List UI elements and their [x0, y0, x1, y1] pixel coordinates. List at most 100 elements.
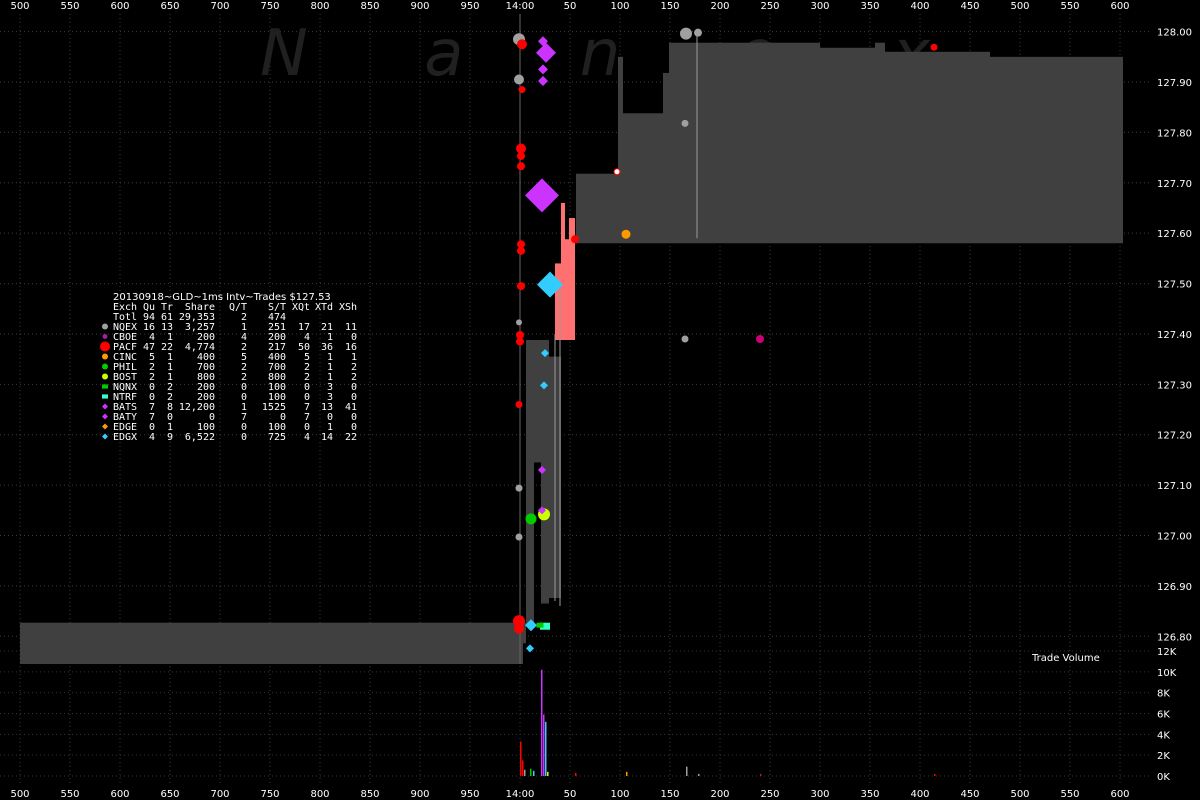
- trade-point: [514, 623, 524, 634]
- trade-point: [571, 235, 579, 244]
- table-header-cell: XSh: [339, 302, 357, 313]
- x-tick-label-top: 300: [810, 1, 829, 12]
- trade-point: [517, 246, 525, 255]
- x-tick-label-top: 850: [360, 1, 379, 12]
- volume-bar: [626, 771, 628, 776]
- table-cell: 0: [241, 432, 247, 443]
- volume-bar: [524, 769, 526, 776]
- trade-point: [681, 119, 689, 127]
- x-tick-label-bottom: 800: [310, 789, 329, 800]
- x-tick-label-bottom: 550: [60, 789, 79, 800]
- table-cell: 9: [167, 432, 173, 443]
- y-tick-label: 127.70: [1157, 179, 1192, 190]
- volume-bar: [934, 773, 936, 776]
- nbbo-band-segment: [20, 622, 523, 664]
- x-tick-label-top: 700: [210, 1, 229, 12]
- y-tick-label: 127.80: [1157, 128, 1192, 139]
- crossed-band-segment: [561, 202, 565, 341]
- x-tick-label-bottom: 450: [960, 789, 979, 800]
- nbbo-band-segment: [576, 173, 618, 244]
- x-tick-label-bottom: 650: [160, 789, 179, 800]
- x-tick-label-top: 14:00: [506, 1, 535, 12]
- nbbo-band-segment: [523, 622, 526, 644]
- volume-tick-label: 8K: [1157, 689, 1170, 700]
- trade-point: [514, 74, 524, 85]
- legend-marker: [102, 323, 108, 330]
- trade-point: [613, 168, 621, 176]
- table-cell: EDGX: [113, 432, 137, 443]
- x-tick-label-top: 600: [110, 1, 129, 12]
- y-tick-label: 127.00: [1157, 532, 1192, 543]
- trade-point: [517, 152, 525, 161]
- legend-marker: [102, 394, 108, 399]
- y-tick-label: 128.00: [1157, 28, 1192, 39]
- x-tick-label-bottom: 300: [810, 789, 829, 800]
- table-cell: 14: [321, 432, 333, 443]
- legend-marker: [100, 341, 110, 352]
- nbbo-band-segment: [526, 340, 534, 624]
- trade-point: [515, 533, 523, 541]
- volume-bar: [543, 714, 545, 776]
- x-tick-label-top: 900: [410, 1, 429, 12]
- volume-bar: [530, 768, 532, 776]
- table-cell: 6,522: [185, 432, 215, 443]
- x-tick-label-top: 100: [610, 1, 629, 12]
- volume-bar: [698, 773, 700, 776]
- y-tick-label: 127.40: [1157, 330, 1192, 341]
- trade-point: [681, 335, 689, 343]
- trade-point: [756, 335, 764, 343]
- y-tick-label: 127.90: [1157, 78, 1192, 89]
- trade-point: [694, 28, 702, 37]
- x-tick-label-bottom: 750: [260, 789, 279, 800]
- trade-point: [515, 484, 523, 492]
- nbbo-band-segment: [990, 56, 1123, 244]
- x-tick-label-bottom: 950: [460, 789, 479, 800]
- x-tick-label-top: 600: [1110, 1, 1129, 12]
- nbbo-band-segment: [534, 340, 541, 463]
- x-tick-label-bottom: 500: [10, 789, 29, 800]
- x-tick-label-top: 200: [710, 1, 729, 12]
- volume-bar: [545, 721, 547, 776]
- y-tick-label: 127.50: [1157, 280, 1192, 291]
- x-tick-label-bottom: 100: [610, 789, 629, 800]
- trade-point: [536, 622, 544, 628]
- x-tick-label-bottom: 500: [1010, 789, 1029, 800]
- x-tick-label-bottom: 150: [660, 789, 679, 800]
- x-tick-label-bottom: 900: [410, 789, 429, 800]
- y-tick-label: 127.20: [1157, 431, 1192, 442]
- volume-bar: [522, 760, 524, 776]
- x-tick-label-top: 650: [160, 1, 179, 12]
- volume-tick-label: 4K: [1157, 730, 1170, 741]
- table-cell: 22: [345, 432, 357, 443]
- nbbo-band-segment: [820, 47, 875, 244]
- table-cell: 4: [149, 432, 155, 443]
- volume-tick-label: 10K: [1157, 668, 1177, 679]
- x-tick-label-bottom: 200: [710, 789, 729, 800]
- crossed-band-segment: [565, 239, 569, 341]
- volume-tick-label: 0K: [1157, 772, 1170, 783]
- nbbo-band-segment: [618, 56, 623, 244]
- x-tick-label-top: 950: [460, 1, 479, 12]
- trade-point: [680, 27, 692, 40]
- y-tick-label: 126.90: [1157, 582, 1192, 593]
- y-tick-label: 127.30: [1157, 380, 1192, 391]
- x-tick-label-top: 500: [10, 1, 29, 12]
- legend-marker: [102, 353, 108, 360]
- trade-point: [516, 319, 522, 326]
- trade-point: [517, 39, 527, 50]
- x-tick-label-bottom: 700: [210, 789, 229, 800]
- x-ticks-bottom: 500 550 600 650 700 750 800 850 900 950 14:00 50 100…: [10, 789, 1129, 800]
- table-cell: 4: [304, 432, 310, 443]
- volume-bar: [533, 770, 535, 776]
- y-tick-label: 126.80: [1157, 632, 1192, 643]
- trade-point: [515, 401, 523, 409]
- legend-marker: [102, 363, 108, 370]
- x-tick-label-bottom: 350: [860, 789, 879, 800]
- volume-bar: [541, 669, 543, 776]
- x-tick-label-bottom: 550: [1060, 789, 1079, 800]
- table-cell: 725: [268, 432, 286, 443]
- trade-point: [516, 143, 526, 154]
- x-tick-label-bottom: 14:00: [506, 789, 535, 800]
- table-header-cell: XTd: [315, 302, 333, 313]
- trade-point: [621, 229, 631, 239]
